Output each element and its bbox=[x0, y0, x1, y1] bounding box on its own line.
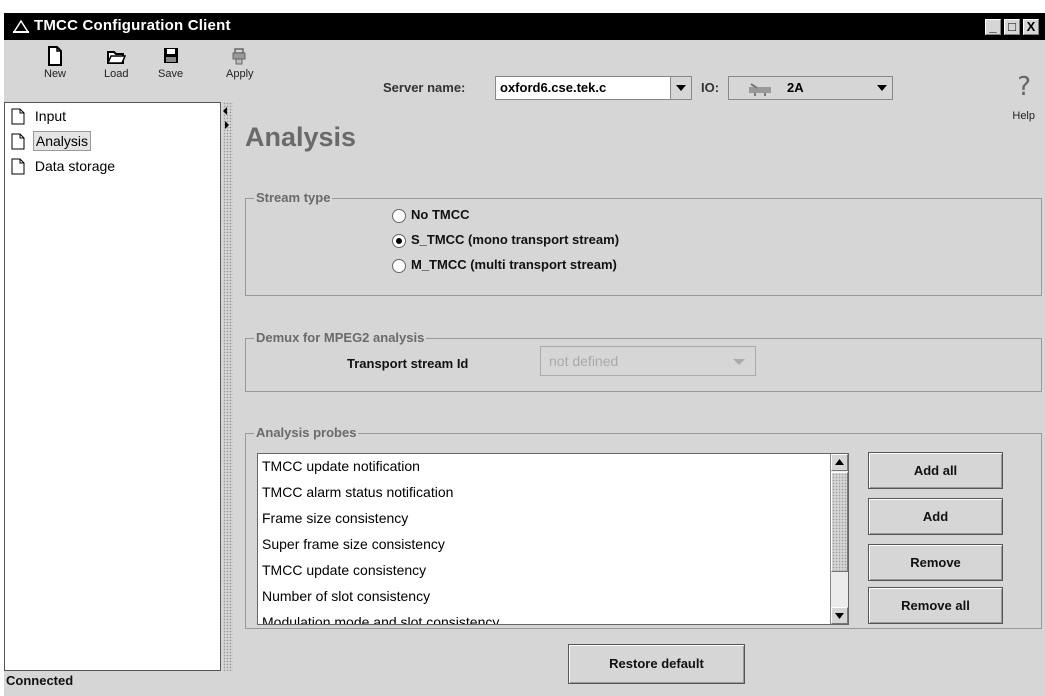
list-item[interactable]: TMCC update consistency bbox=[262, 562, 426, 588]
load-button[interactable]: Load bbox=[104, 46, 128, 80]
list-item[interactable]: TMCC update notification bbox=[262, 458, 420, 484]
transport-stream-id-combo: not defined bbox=[540, 346, 756, 376]
server-name-label: Server name: bbox=[383, 80, 466, 95]
title-bar[interactable]: TMCC Configuration Client _ □ X bbox=[4, 13, 1045, 40]
radio-label: No TMCC bbox=[411, 207, 470, 222]
chevron-down-icon bbox=[835, 613, 844, 619]
chevron-down-icon[interactable] bbox=[670, 77, 691, 99]
scroll-down-button[interactable] bbox=[831, 607, 848, 624]
stream-type-group: Stream type No TMCC S_TMCC (mono transpo… bbox=[245, 190, 1042, 296]
document-icon bbox=[11, 133, 25, 150]
radio-button-icon[interactable] bbox=[392, 258, 406, 273]
list-item[interactable]: TMCC alarm status notification bbox=[262, 484, 453, 510]
list-item[interactable]: Frame size consistency bbox=[262, 510, 408, 536]
app-icon bbox=[12, 19, 30, 33]
document-icon bbox=[11, 108, 25, 125]
probes-list[interactable]: TMCC update notification TMCC alarm stat… bbox=[257, 453, 849, 625]
tree-item-label: Input bbox=[34, 108, 67, 125]
tree-item-label: Data storage bbox=[34, 158, 116, 175]
radio-button-icon[interactable] bbox=[392, 208, 406, 223]
group-title: Analysis probes bbox=[254, 425, 359, 440]
radio-no-tmcc[interactable]: No TMCC bbox=[392, 207, 470, 227]
toolbar: New Load Save Apply Server name: oxford6… bbox=[4, 40, 1045, 122]
io-device-icon bbox=[749, 83, 771, 96]
add-button[interactable]: Add bbox=[868, 498, 1003, 535]
save-disk-icon bbox=[163, 48, 178, 63]
transport-stream-id-label: Transport stream Id bbox=[347, 356, 469, 371]
apply-button[interactable]: Apply bbox=[226, 46, 254, 80]
window-title: TMCC Configuration Client bbox=[34, 17, 231, 34]
list-item[interactable]: Modulation mode and slot consistency bbox=[262, 614, 499, 624]
splitter-handle[interactable] bbox=[223, 102, 233, 671]
list-item[interactable]: Number of slot consistency bbox=[262, 588, 430, 614]
analysis-probes-group: Analysis probes TMCC update notification… bbox=[245, 425, 1042, 629]
chevron-down-icon bbox=[733, 359, 745, 365]
server-name-combo[interactable]: oxford6.cse.tek.c bbox=[495, 76, 692, 100]
analysis-panel: Analysis Stream type No TMCC S_TMCC (mon… bbox=[235, 102, 1045, 684]
list-item[interactable]: Super frame size consistency bbox=[262, 536, 445, 562]
chevron-up-icon bbox=[835, 459, 844, 465]
help-icon[interactable]: ? bbox=[1017, 72, 1031, 102]
probes-list-scrollbar[interactable] bbox=[830, 454, 848, 624]
tree-item-label: Analysis bbox=[32, 131, 92, 152]
transport-stream-id-value: not defined bbox=[549, 353, 619, 369]
status-bar-text: Connected bbox=[6, 673, 74, 688]
radio-label: S_TMCC (mono transport stream) bbox=[411, 232, 620, 247]
io-value: 2A bbox=[787, 80, 804, 95]
remove-all-button[interactable]: Remove all bbox=[868, 587, 1003, 624]
expand-right-arrow-icon[interactable] bbox=[225, 121, 229, 129]
navigation-tree: Input Analysis Data storage bbox=[4, 102, 221, 671]
io-label: IO: bbox=[701, 80, 720, 95]
demux-group: Demux for MPEG2 analysis Transport strea… bbox=[245, 330, 1042, 392]
tree-item-analysis[interactable]: Analysis bbox=[11, 131, 92, 154]
server-name-value: oxford6.cse.tek.c bbox=[500, 80, 607, 95]
app-window: TMCC Configuration Client _ □ X New Load bbox=[4, 13, 1045, 696]
radio-button-icon[interactable] bbox=[392, 233, 406, 248]
chevron-down-icon[interactable] bbox=[872, 77, 892, 99]
apply-icon bbox=[232, 48, 246, 65]
io-combo[interactable]: 2A bbox=[728, 76, 893, 100]
tree-item-input[interactable]: Input bbox=[11, 107, 68, 129]
restore-default-button[interactable]: Restore default bbox=[568, 644, 745, 684]
new-button[interactable]: New bbox=[44, 46, 66, 80]
apply-label: Apply bbox=[226, 68, 254, 80]
tree-item-data-storage[interactable]: Data storage bbox=[11, 157, 117, 179]
new-file-icon bbox=[48, 46, 62, 66]
remove-button[interactable]: Remove bbox=[868, 544, 1003, 581]
close-button[interactable]: X bbox=[1023, 19, 1039, 35]
document-icon bbox=[11, 158, 25, 175]
group-title: Stream type bbox=[254, 190, 333, 205]
scroll-up-button[interactable] bbox=[831, 454, 848, 471]
radio-s-tmcc[interactable]: S_TMCC (mono transport stream) bbox=[392, 232, 619, 252]
open-folder-icon bbox=[107, 51, 127, 64]
scroll-thumb[interactable] bbox=[831, 472, 848, 572]
save-label: Save bbox=[158, 68, 184, 80]
save-button[interactable]: Save bbox=[158, 46, 183, 80]
maximize-button[interactable]: □ bbox=[1004, 19, 1020, 35]
page-title: Analysis bbox=[245, 122, 357, 152]
radio-label: M_TMCC (multi transport stream) bbox=[411, 257, 617, 272]
radio-m-tmcc[interactable]: M_TMCC (multi transport stream) bbox=[392, 257, 617, 277]
add-all-button[interactable]: Add all bbox=[868, 452, 1003, 489]
collapse-left-arrow-icon[interactable] bbox=[223, 107, 227, 115]
group-title: Demux for MPEG2 analysis bbox=[254, 330, 427, 345]
load-label: Load bbox=[104, 68, 129, 80]
minimize-button[interactable]: _ bbox=[985, 19, 1001, 35]
new-label: New bbox=[44, 68, 67, 80]
